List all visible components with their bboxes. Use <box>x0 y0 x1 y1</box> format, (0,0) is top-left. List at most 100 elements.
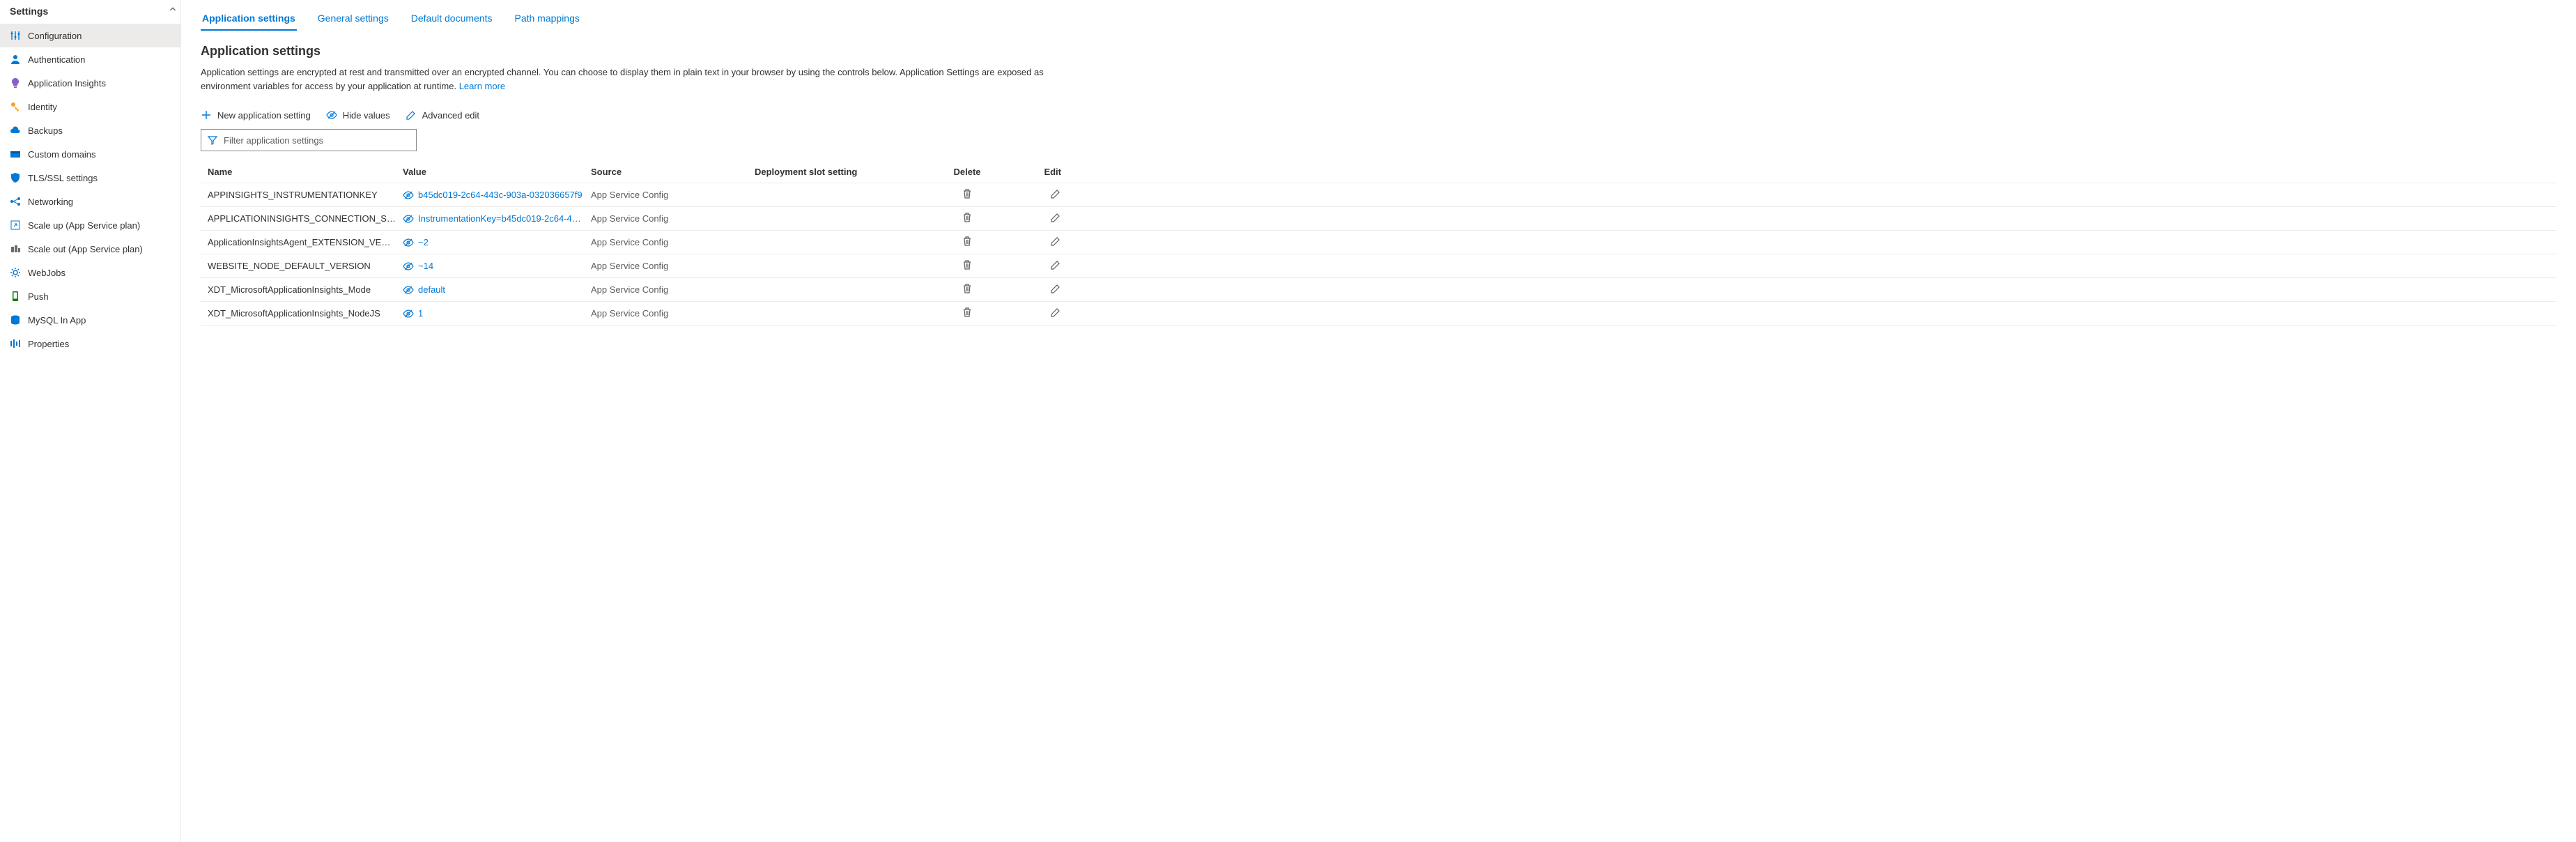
table-body: APPINSIGHTS_INSTRUMENTATIONKEYb45dc019-2… <box>201 183 2556 326</box>
eye-hide-icon[interactable] <box>403 190 414 201</box>
filter-input[interactable] <box>224 135 410 146</box>
sidebar-item-backups[interactable]: Backups <box>0 118 180 142</box>
sidebar-item-label: WebJobs <box>28 268 65 278</box>
sidebar-item-tls-ssl-settings[interactable]: TLS/SSL settings <box>0 166 180 190</box>
trash-icon[interactable] <box>962 236 973 247</box>
sliders-icon <box>10 30 21 41</box>
cloud-icon <box>10 125 21 136</box>
sidebar-item-application-insights[interactable]: Application Insights <box>0 71 180 95</box>
setting-name: APPLICATIONINSIGHTS_CONNECTION_STRING <box>208 213 403 224</box>
pencil-icon <box>406 109 417 121</box>
sidebar-item-authentication[interactable]: Authentication <box>0 47 180 71</box>
pencil-icon[interactable] <box>1050 236 1061 247</box>
setting-value[interactable]: ~14 <box>418 261 433 271</box>
edit-cell <box>1012 188 1068 201</box>
new-application-setting-button[interactable]: New application setting <box>201 108 311 122</box>
trash-icon[interactable] <box>962 259 973 270</box>
hide-values-label: Hide values <box>343 110 390 121</box>
collapse-caret-icon[interactable] <box>168 4 178 14</box>
setting-value[interactable]: default <box>418 284 445 295</box>
th-delete: Delete <box>922 167 1012 177</box>
sidebar-item-configuration[interactable]: Configuration <box>0 24 180 47</box>
sidebar-item-label: Scale out (App Service plan) <box>28 244 143 254</box>
tab-default-documents[interactable]: Default documents <box>410 8 494 31</box>
eye-hide-icon[interactable] <box>403 213 414 224</box>
advanced-edit-button[interactable]: Advanced edit <box>406 108 479 122</box>
bulb-icon <box>10 77 21 89</box>
table-row: XDT_MicrosoftApplicationInsights_NodeJS1… <box>201 302 2556 326</box>
table-row: APPLICATIONINSIGHTS_CONNECTION_STRING Ins… <box>201 207 2556 231</box>
properties-icon <box>10 338 21 349</box>
setting-value[interactable]: ~2 <box>418 237 429 247</box>
shield-icon <box>10 172 21 183</box>
sidebar-item-label: Backups <box>28 125 63 136</box>
setting-name: XDT_MicrosoftApplicationInsights_Mode <box>208 284 403 295</box>
settings-sidebar: Settings ConfigurationAuthentication Appl… <box>0 0 181 842</box>
sidebar-items: ConfigurationAuthentication Application I… <box>0 24 180 355</box>
advanced-edit-label: Advanced edit <box>422 110 479 121</box>
sidebar-item-scale-up-app-service-plan-[interactable]: Scale up (App Service plan) <box>0 213 180 237</box>
scaleout-icon <box>10 243 21 254</box>
setting-source: App Service Config <box>591 190 755 200</box>
pencil-icon[interactable] <box>1050 283 1061 294</box>
table-row: WEBSITE_NODE_DEFAULT_VERSION~14App Servi… <box>201 254 2556 278</box>
section-desc-text: Application settings are encrypted at re… <box>201 67 1044 91</box>
sidebar-item-scale-out-app-service-plan-[interactable]: Scale out (App Service plan) <box>0 237 180 261</box>
toolbar: New application setting Hide values Adva… <box>201 108 2556 122</box>
setting-value[interactable]: b45dc019-2c64-443c-903a-032036657f9 <box>418 190 583 200</box>
gear-icon <box>10 267 21 278</box>
trash-icon[interactable] <box>962 307 973 318</box>
sidebar-item-label: Application Insights <box>28 78 106 89</box>
th-name: Name <box>208 167 403 177</box>
learn-more-link[interactable]: Learn more <box>459 81 505 91</box>
trash-icon[interactable] <box>962 188 973 199</box>
th-slot: Deployment slot setting <box>755 167 922 177</box>
edit-cell <box>1012 236 1068 249</box>
sidebar-item-identity[interactable]: Identity <box>0 95 180 118</box>
mysql-icon <box>10 314 21 326</box>
setting-source: App Service Config <box>591 237 755 247</box>
eye-hide-icon[interactable] <box>403 237 414 248</box>
sidebar-item-push[interactable]: Push <box>0 284 180 308</box>
push-icon <box>10 291 21 302</box>
setting-name: WEBSITE_NODE_DEFAULT_VERSION <box>208 261 403 271</box>
trash-icon[interactable] <box>962 212 973 223</box>
eye-hide-icon[interactable] <box>403 308 414 319</box>
pencil-icon[interactable] <box>1050 212 1061 223</box>
sidebar-title: Settings <box>0 0 180 24</box>
th-value: Value <box>403 167 591 177</box>
edit-cell <box>1012 259 1068 273</box>
hide-values-button[interactable]: Hide values <box>326 108 390 122</box>
section-description: Application settings are encrypted at re… <box>201 66 1051 93</box>
sidebar-item-properties[interactable]: Properties <box>0 332 180 355</box>
eye-hide-icon[interactable] <box>403 261 414 272</box>
th-source: Source <box>591 167 755 177</box>
sidebar-item-custom-domains[interactable]: Custom domains <box>0 142 180 166</box>
tab-application-settings[interactable]: Application settings <box>201 8 297 31</box>
eye-hide-icon[interactable] <box>403 284 414 296</box>
plus-icon <box>201 109 212 121</box>
tab-path-mappings[interactable]: Path mappings <box>513 8 580 31</box>
sidebar-item-label: Scale up (App Service plan) <box>28 220 140 231</box>
tab-bar: Application settings General settings Defa… <box>201 8 2556 31</box>
tab-general-settings[interactable]: General settings <box>316 8 390 31</box>
pencil-icon[interactable] <box>1050 188 1061 199</box>
pencil-icon[interactable] <box>1050 259 1061 270</box>
sidebar-item-label: Custom domains <box>28 149 96 160</box>
setting-value[interactable]: 1 <box>418 308 423 319</box>
pencil-icon[interactable] <box>1050 307 1061 318</box>
trash-icon[interactable] <box>962 283 973 294</box>
sidebar-item-mysql-in-app[interactable]: MySQL In App <box>0 308 180 332</box>
filter-box[interactable] <box>201 129 417 151</box>
sidebar-item-webjobs[interactable]: WebJobs <box>0 261 180 284</box>
table-row: APPINSIGHTS_INSTRUMENTATIONKEYb45dc019-2… <box>201 183 2556 207</box>
setting-value[interactable]: InstrumentationKey=b45dc019-2c64-44… <box>418 213 584 224</box>
table-header: Name Value Source Deployment slot settin… <box>201 161 2556 183</box>
setting-value-cell: 1 <box>403 308 591 319</box>
sidebar-item-networking[interactable]: Networking <box>0 190 180 213</box>
sidebar-item-label: Identity <box>28 102 57 112</box>
th-edit: Edit <box>1012 167 1068 177</box>
edit-cell <box>1012 212 1068 225</box>
settings-table: Name Value Source Deployment slot settin… <box>201 161 2556 326</box>
delete-cell <box>922 188 1012 201</box>
